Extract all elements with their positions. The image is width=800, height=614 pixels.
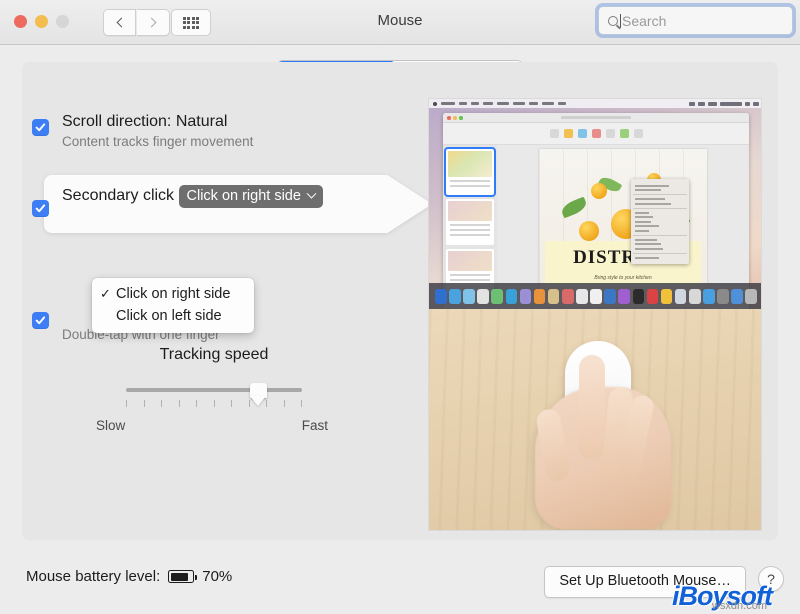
- option-scroll-direction[interactable]: Scroll direction: Natural Content tracks…: [32, 112, 432, 149]
- tracking-speed-label: Tracking speed: [159, 346, 269, 363]
- slider-ticks: [126, 400, 302, 407]
- battery-status: Mouse battery level: 70%: [26, 568, 232, 585]
- checkbox-smart-zoom[interactable]: [32, 312, 49, 329]
- text-caret: [620, 13, 621, 28]
- menu-item-click-right[interactable]: ✓ Click on right side: [92, 283, 254, 305]
- slider-track: [126, 388, 302, 392]
- option-secondary-click[interactable]: Secondary click Click on right side: [32, 182, 432, 217]
- battery-percent: 70%: [202, 568, 233, 585]
- option-title: Scroll direction: Natural: [62, 113, 228, 130]
- preview-hand-on-mouse: [429, 309, 761, 530]
- preview-thumbnail: [446, 199, 494, 245]
- battery-label: Mouse battery level:: [26, 568, 161, 585]
- battery-icon: [168, 570, 198, 583]
- preview-screen-recording: DISTRICT Bring style to your kitchen: [429, 99, 761, 309]
- checkbox-scroll-direction[interactable]: [32, 119, 49, 136]
- menu-item-label: Click on right side: [116, 286, 231, 302]
- preview-pages-window: DISTRICT Bring style to your kitchen: [443, 113, 749, 309]
- title-bar: Mouse Search: [0, 0, 800, 45]
- tracking-speed-group: Tracking speed Slow Fast: [74, 346, 374, 436]
- preview-dock: [429, 283, 761, 309]
- slider-end-labels: Slow Fast: [96, 418, 328, 436]
- slider-fast-label: Fast: [301, 418, 328, 433]
- search-field[interactable]: Search: [598, 6, 793, 35]
- option-subtitle: Content tracks finger movement: [62, 134, 254, 149]
- preview-context-menu: [631, 179, 689, 264]
- menu-item-label: Click on left side: [116, 308, 222, 324]
- chevron-down-icon: [306, 188, 317, 199]
- finger-index: [579, 355, 605, 459]
- slider-slow-label: Slow: [96, 418, 126, 433]
- mouse-preferences-window: Mouse Search Point & Click More Gestures: [0, 0, 800, 614]
- preferences-panel: Scroll direction: Natural Content tracks…: [22, 62, 778, 540]
- menu-item-click-left[interactable]: Click on left side: [92, 305, 254, 327]
- checkmark-icon: ✓: [100, 286, 111, 301]
- preview-window-titlebar: [443, 113, 749, 123]
- preview-menu-bar: [429, 99, 761, 108]
- preview-thumbnail: [444, 147, 496, 197]
- secondary-click-popup-button[interactable]: Click on right side: [178, 185, 323, 208]
- option-secondary-click-text: Secondary click Click on right side: [62, 182, 323, 217]
- checkbox-secondary-click[interactable]: [32, 200, 49, 217]
- gesture-preview-video: DISTRICT Bring style to your kitchen: [428, 98, 762, 531]
- popup-selected-value: Click on right side: [186, 188, 301, 204]
- slider-thumb[interactable]: [250, 383, 267, 398]
- option-scroll-direction-text: Scroll direction: Natural Content tracks…: [62, 112, 253, 149]
- tracking-speed-slider[interactable]: [126, 382, 302, 412]
- option-title: Secondary click: [62, 187, 175, 204]
- search-icon: [608, 15, 618, 26]
- search-placeholder: Search: [622, 12, 667, 29]
- preview-toolbar: [443, 123, 749, 145]
- preview-document-subtitle: Bring style to your kitchen: [594, 275, 652, 281]
- watermark-site: wsxdn.com: [711, 600, 767, 612]
- options-list: Scroll direction: Natural Content tracks…: [22, 62, 442, 433]
- secondary-click-dropdown-menu[interactable]: ✓ Click on right side Click on left side: [92, 278, 254, 333]
